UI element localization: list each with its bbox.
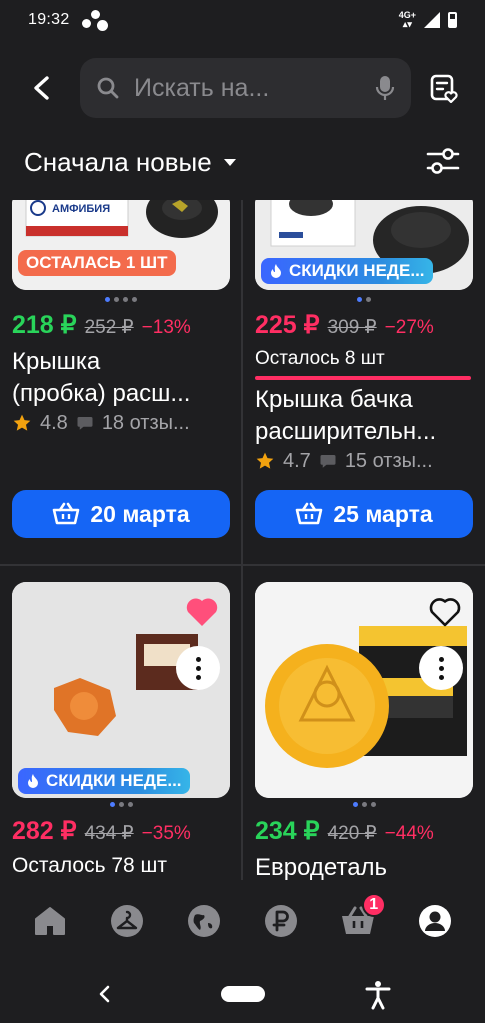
stock-left: Осталось 78 шт bbox=[12, 854, 167, 877]
home-icon bbox=[35, 907, 66, 935]
microphone-icon[interactable] bbox=[375, 75, 395, 101]
rating-value: 4.7 bbox=[283, 449, 311, 472]
star-icon bbox=[256, 452, 274, 469]
product-image[interactable]: СКИДКИ НЕДЕ... bbox=[255, 200, 473, 290]
price: 282 ₽ bbox=[12, 817, 77, 845]
old-price: 434 ₽ bbox=[84, 823, 134, 844]
delivery-date: 25 марта bbox=[333, 500, 433, 527]
promo-badge: СКИДКИ НЕДЕ... bbox=[261, 258, 433, 284]
rating-value: 4.8 bbox=[40, 411, 68, 434]
stock-left: Осталось 8 шт bbox=[255, 348, 385, 369]
list-heart-icon bbox=[430, 74, 458, 103]
product-grid: АМФИБИЯ ОСТАЛАСЬ 1 ШТ 218 ₽ 252 ₽ −13% К… bbox=[0, 200, 485, 880]
product-card[interactable]: 234 ₽ 420 ₽ −44% Евродеталь bbox=[255, 580, 473, 880]
discount: −44% bbox=[384, 823, 434, 844]
cart-count-badge: 1 bbox=[361, 893, 386, 917]
profile-icon bbox=[418, 905, 451, 937]
sort-label: Сначала новые bbox=[24, 146, 212, 177]
product-card[interactable]: СКИДКИ НЕДЕ... 282 ₽ 434 ₽ −35% Осталось… bbox=[12, 580, 230, 880]
reviews-count: 15 отзы... bbox=[344, 449, 433, 472]
ruble-icon bbox=[264, 905, 297, 937]
price-row: 218 ₽ 252 ₽ −13% bbox=[12, 310, 252, 340]
globe-icon bbox=[188, 905, 221, 937]
stock-badge: ОСТАЛАСЬ 1 ШТ bbox=[18, 250, 176, 276]
battery-icon bbox=[448, 12, 457, 28]
accessibility-icon[interactable] bbox=[364, 980, 392, 1010]
system-navigation-bar bbox=[0, 962, 485, 1023]
basket-icon bbox=[296, 502, 323, 525]
favorite-heart-icon[interactable] bbox=[184, 594, 220, 628]
image-pagination bbox=[12, 802, 230, 807]
old-price: 309 ₽ bbox=[327, 317, 377, 338]
svg-text:АМФИБИЯ: АМФИБИЯ bbox=[52, 203, 110, 215]
nav-home[interactable] bbox=[28, 899, 72, 943]
product-title[interactable]: Крышка бачка bbox=[255, 384, 473, 416]
discount: −35% bbox=[141, 823, 191, 844]
image-pagination bbox=[255, 297, 473, 302]
catalog-icon bbox=[111, 905, 144, 937]
image-pagination bbox=[255, 802, 473, 807]
rating-row: 4.8 18 отзы... bbox=[12, 410, 230, 436]
nav-catalog[interactable] bbox=[105, 899, 149, 943]
product-image[interactable] bbox=[255, 582, 473, 798]
nav-international[interactable] bbox=[182, 899, 226, 943]
product-image[interactable]: АМФИБИЯ ОСТАЛАСЬ 1 ШТ bbox=[12, 200, 230, 290]
add-to-cart-button[interactable]: 20 марта bbox=[12, 490, 230, 538]
signal-icon bbox=[424, 12, 440, 28]
promo-badge: СКИДКИ НЕДЕ... bbox=[18, 768, 190, 794]
nav-finance[interactable] bbox=[259, 899, 303, 943]
back-arrow-icon bbox=[34, 76, 49, 100]
bottom-navigation: 1 bbox=[0, 880, 485, 962]
discount: −13% bbox=[141, 317, 191, 338]
rating-row: 4.7 15 отзы... bbox=[255, 448, 473, 474]
image-pagination bbox=[12, 297, 230, 302]
favorites-list-button[interactable] bbox=[426, 70, 462, 106]
price: 218 ₽ bbox=[12, 311, 77, 339]
system-home-pill[interactable] bbox=[221, 986, 265, 1002]
price: 234 ₽ bbox=[255, 817, 320, 845]
network-type: 4G+ ▴▾ bbox=[398, 10, 416, 29]
product-title[interactable]: Евродеталь bbox=[255, 852, 473, 880]
product-title-line2[interactable]: (пробка) расш... bbox=[12, 378, 230, 410]
stock-bar bbox=[255, 376, 471, 380]
status-bar: 19:32 4G+ ▴▾ bbox=[0, 0, 485, 40]
system-back-icon[interactable] bbox=[96, 984, 114, 1004]
filter-sliders-icon bbox=[426, 148, 460, 174]
price-row: 225 ₽ 309 ₽ −27% bbox=[255, 310, 485, 340]
product-card[interactable]: АМФИБИЯ ОСТАЛАСЬ 1 ШТ 218 ₽ 252 ₽ −13% К… bbox=[12, 200, 230, 564]
product-card[interactable]: СКИДКИ НЕДЕ... 225 ₽ 309 ₽ −27% Осталось… bbox=[255, 200, 473, 564]
status-time: 19:32 bbox=[28, 11, 70, 28]
nav-cart[interactable]: 1 bbox=[336, 893, 386, 943]
back-button[interactable] bbox=[22, 68, 62, 108]
price: 225 ₽ bbox=[255, 311, 320, 339]
discount: −27% bbox=[384, 317, 434, 338]
old-price: 252 ₽ bbox=[84, 317, 134, 338]
sort-dropdown[interactable]: Сначала новые bbox=[24, 142, 236, 182]
price-row: 282 ₽ 434 ₽ −35% bbox=[12, 816, 252, 846]
filter-button[interactable] bbox=[424, 142, 462, 180]
basket-icon bbox=[53, 502, 80, 525]
more-options-button[interactable] bbox=[176, 646, 220, 690]
comment-icon bbox=[77, 417, 93, 430]
product-title-line2[interactable]: расширительн... bbox=[255, 416, 473, 448]
product-image[interactable]: СКИДКИ НЕДЕ... bbox=[12, 582, 230, 798]
search-input[interactable]: Искать на... bbox=[80, 58, 411, 118]
nav-profile[interactable] bbox=[413, 899, 457, 943]
delivery-date: 20 марта bbox=[90, 500, 190, 527]
app-notification-icon bbox=[81, 10, 108, 31]
old-price: 420 ₽ bbox=[327, 823, 377, 844]
search-placeholder: Искать на... bbox=[134, 73, 270, 102]
reviews-count: 18 отзы... bbox=[101, 411, 190, 434]
more-options-button[interactable] bbox=[419, 646, 463, 690]
product-title[interactable]: Крышка bbox=[12, 346, 230, 378]
fire-icon bbox=[271, 264, 281, 278]
add-to-cart-button[interactable]: 25 марта bbox=[255, 490, 473, 538]
search-icon bbox=[97, 77, 119, 99]
fire-icon bbox=[28, 774, 38, 788]
star-icon bbox=[13, 414, 31, 431]
comment-icon bbox=[320, 455, 336, 468]
price-row: 234 ₽ 420 ₽ −44% bbox=[255, 816, 485, 846]
favorite-heart-icon[interactable] bbox=[427, 594, 463, 628]
caret-down-icon bbox=[223, 158, 236, 166]
